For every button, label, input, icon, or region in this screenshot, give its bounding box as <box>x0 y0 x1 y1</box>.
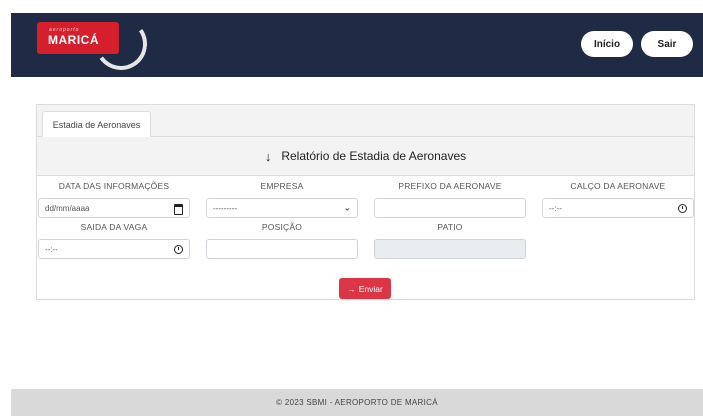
posicao-label: POSIÇÃO <box>261 222 303 232</box>
arrow-right-icon: → <box>347 283 356 294</box>
report-header: ↓ Relatório de Estadia de Aeronaves <box>37 137 694 176</box>
report-card: Estadia de Aeronaves ↓ Relatório de Esta… <box>36 104 695 300</box>
airport-logo[interactable]: aeroporto MARICÁ <box>37 13 152 75</box>
tab-estadia-aeronaves[interactable]: Estadia de Aeronaves <box>42 111 151 137</box>
empresa-label: EMPRESA <box>260 181 304 191</box>
empresa-selected-value: --------- <box>213 203 237 213</box>
calco-aeronave-label: CALÇO DA AERONAVE <box>570 181 666 191</box>
footer-copyright: © 2023 SBMI - AEROPORTO DE MARICÁ <box>276 398 438 407</box>
tab-bar: Estadia de Aeronaves <box>37 105 694 137</box>
chevron-down-icon: ⌄ <box>343 202 351 213</box>
sair-button[interactable]: Sair <box>641 31 693 57</box>
calendar-icon[interactable] <box>174 204 183 215</box>
patio-label: PATIO <box>437 222 463 232</box>
footer: © 2023 SBMI - AEROPORTO DE MARICÁ <box>11 389 703 416</box>
calco-aeronave-input[interactable]: --:-- <box>542 198 694 218</box>
data-informacoes-input[interactable]: dd/mm/aaaa <box>38 198 190 218</box>
enviar-button[interactable]: → Enviar <box>339 278 391 299</box>
saida-vaga-input[interactable]: --:-- <box>38 239 190 259</box>
logo-title: MARICÁ <box>48 33 99 47</box>
saida-time-placeholder: --:-- <box>45 244 58 254</box>
data-informacoes-label: DATA DAS INFORMAÇÕES <box>58 181 170 191</box>
date-placeholder: dd/mm/aaaa <box>45 203 90 213</box>
clock-icon[interactable] <box>174 245 183 254</box>
logo-swoosh-icon <box>90 13 152 75</box>
prefixo-aeronave-input[interactable] <box>374 198 526 218</box>
top-navbar: aeroporto MARICÁ Início Sair <box>11 13 703 77</box>
empresa-select[interactable]: --------- ⌄ <box>206 198 358 218</box>
saida-vaga-label: SAIDA DA VAGA <box>80 222 148 232</box>
enviar-label: Enviar <box>358 283 383 294</box>
prefixo-aeronave-label: PREFIXO DA AERONAVE <box>398 181 502 191</box>
patio-input <box>374 239 526 259</box>
clock-icon[interactable] <box>678 204 687 213</box>
report-title: Relatório de Estadia de Aeronaves <box>281 149 467 163</box>
calco-time-placeholder: --:-- <box>549 203 562 213</box>
arrow-down-icon: ↓ <box>264 148 272 164</box>
inicio-button[interactable]: Início <box>581 31 633 57</box>
posicao-input[interactable] <box>206 239 358 259</box>
